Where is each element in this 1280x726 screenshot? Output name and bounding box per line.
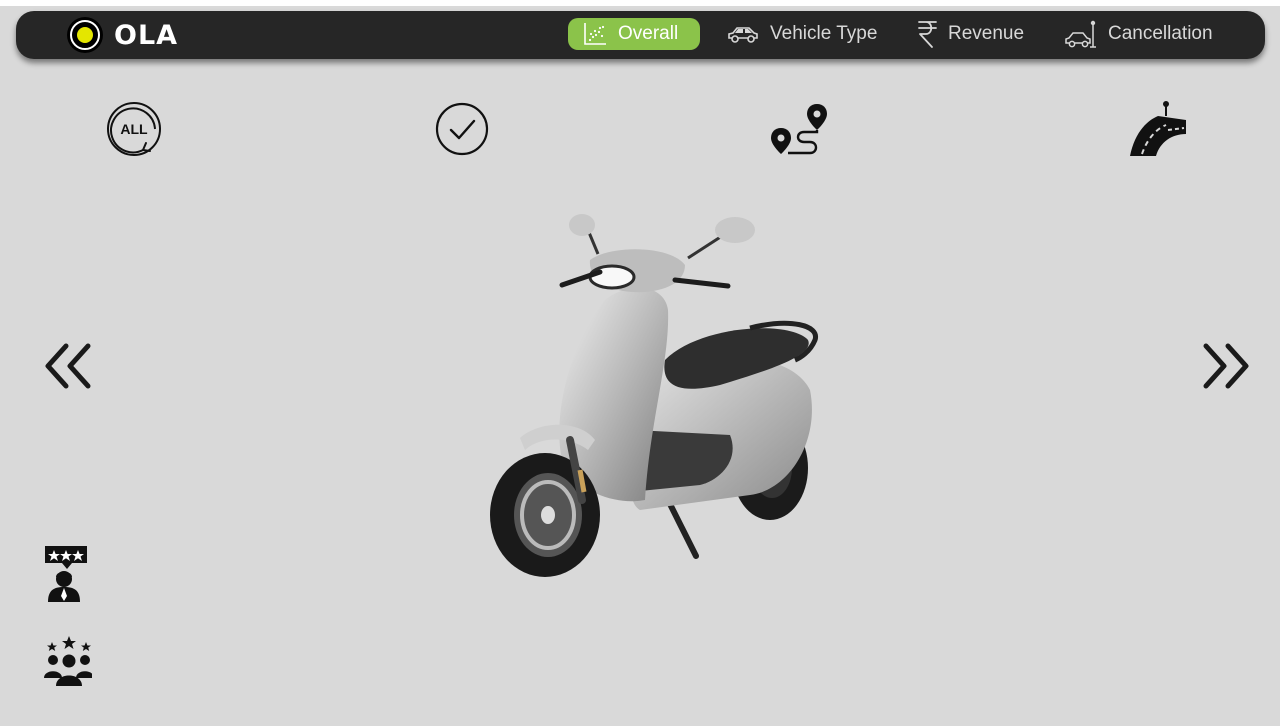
tab-vehicle-type[interactable]: Vehicle Type <box>726 18 877 50</box>
scooter-image <box>490 214 818 577</box>
customer-rating-icon[interactable] <box>42 634 92 690</box>
chevron-double-right-icon[interactable] <box>1196 338 1252 394</box>
road-icon[interactable] <box>1128 100 1186 158</box>
all-icon-text: ALL <box>120 121 148 137</box>
check-circle-icon[interactable] <box>433 100 491 158</box>
cancel-car-icon <box>1065 20 1096 48</box>
chevron-double-left-icon[interactable] <box>42 338 98 394</box>
tab-revenue[interactable]: Revenue <box>916 18 1024 50</box>
tab-overall[interactable]: Overall <box>568 18 700 50</box>
tab-vehicle-type-label: Vehicle Type <box>770 23 878 44</box>
brand-name: OLA <box>114 19 179 51</box>
rupee-icon <box>918 21 937 48</box>
route-icon[interactable] <box>770 100 828 158</box>
car-icon <box>728 27 758 43</box>
tab-overall-label: Overall <box>618 23 679 44</box>
all-icon[interactable]: ALL <box>105 100 163 158</box>
tab-cancellation-label: Cancellation <box>1108 23 1213 44</box>
brand-logo[interactable]: OLA <box>66 15 178 55</box>
tab-revenue-label: Revenue <box>948 23 1025 44</box>
scatter-chart-icon <box>584 23 606 45</box>
ola-logo-icon <box>67 17 103 53</box>
top-strip <box>0 0 1280 6</box>
driver-rating-icon[interactable] <box>42 546 92 602</box>
tab-cancellation[interactable]: Cancellation <box>1064 18 1213 50</box>
top-navbar: OLA Overall Vehicle Type Revenue Cancell… <box>16 11 1265 59</box>
